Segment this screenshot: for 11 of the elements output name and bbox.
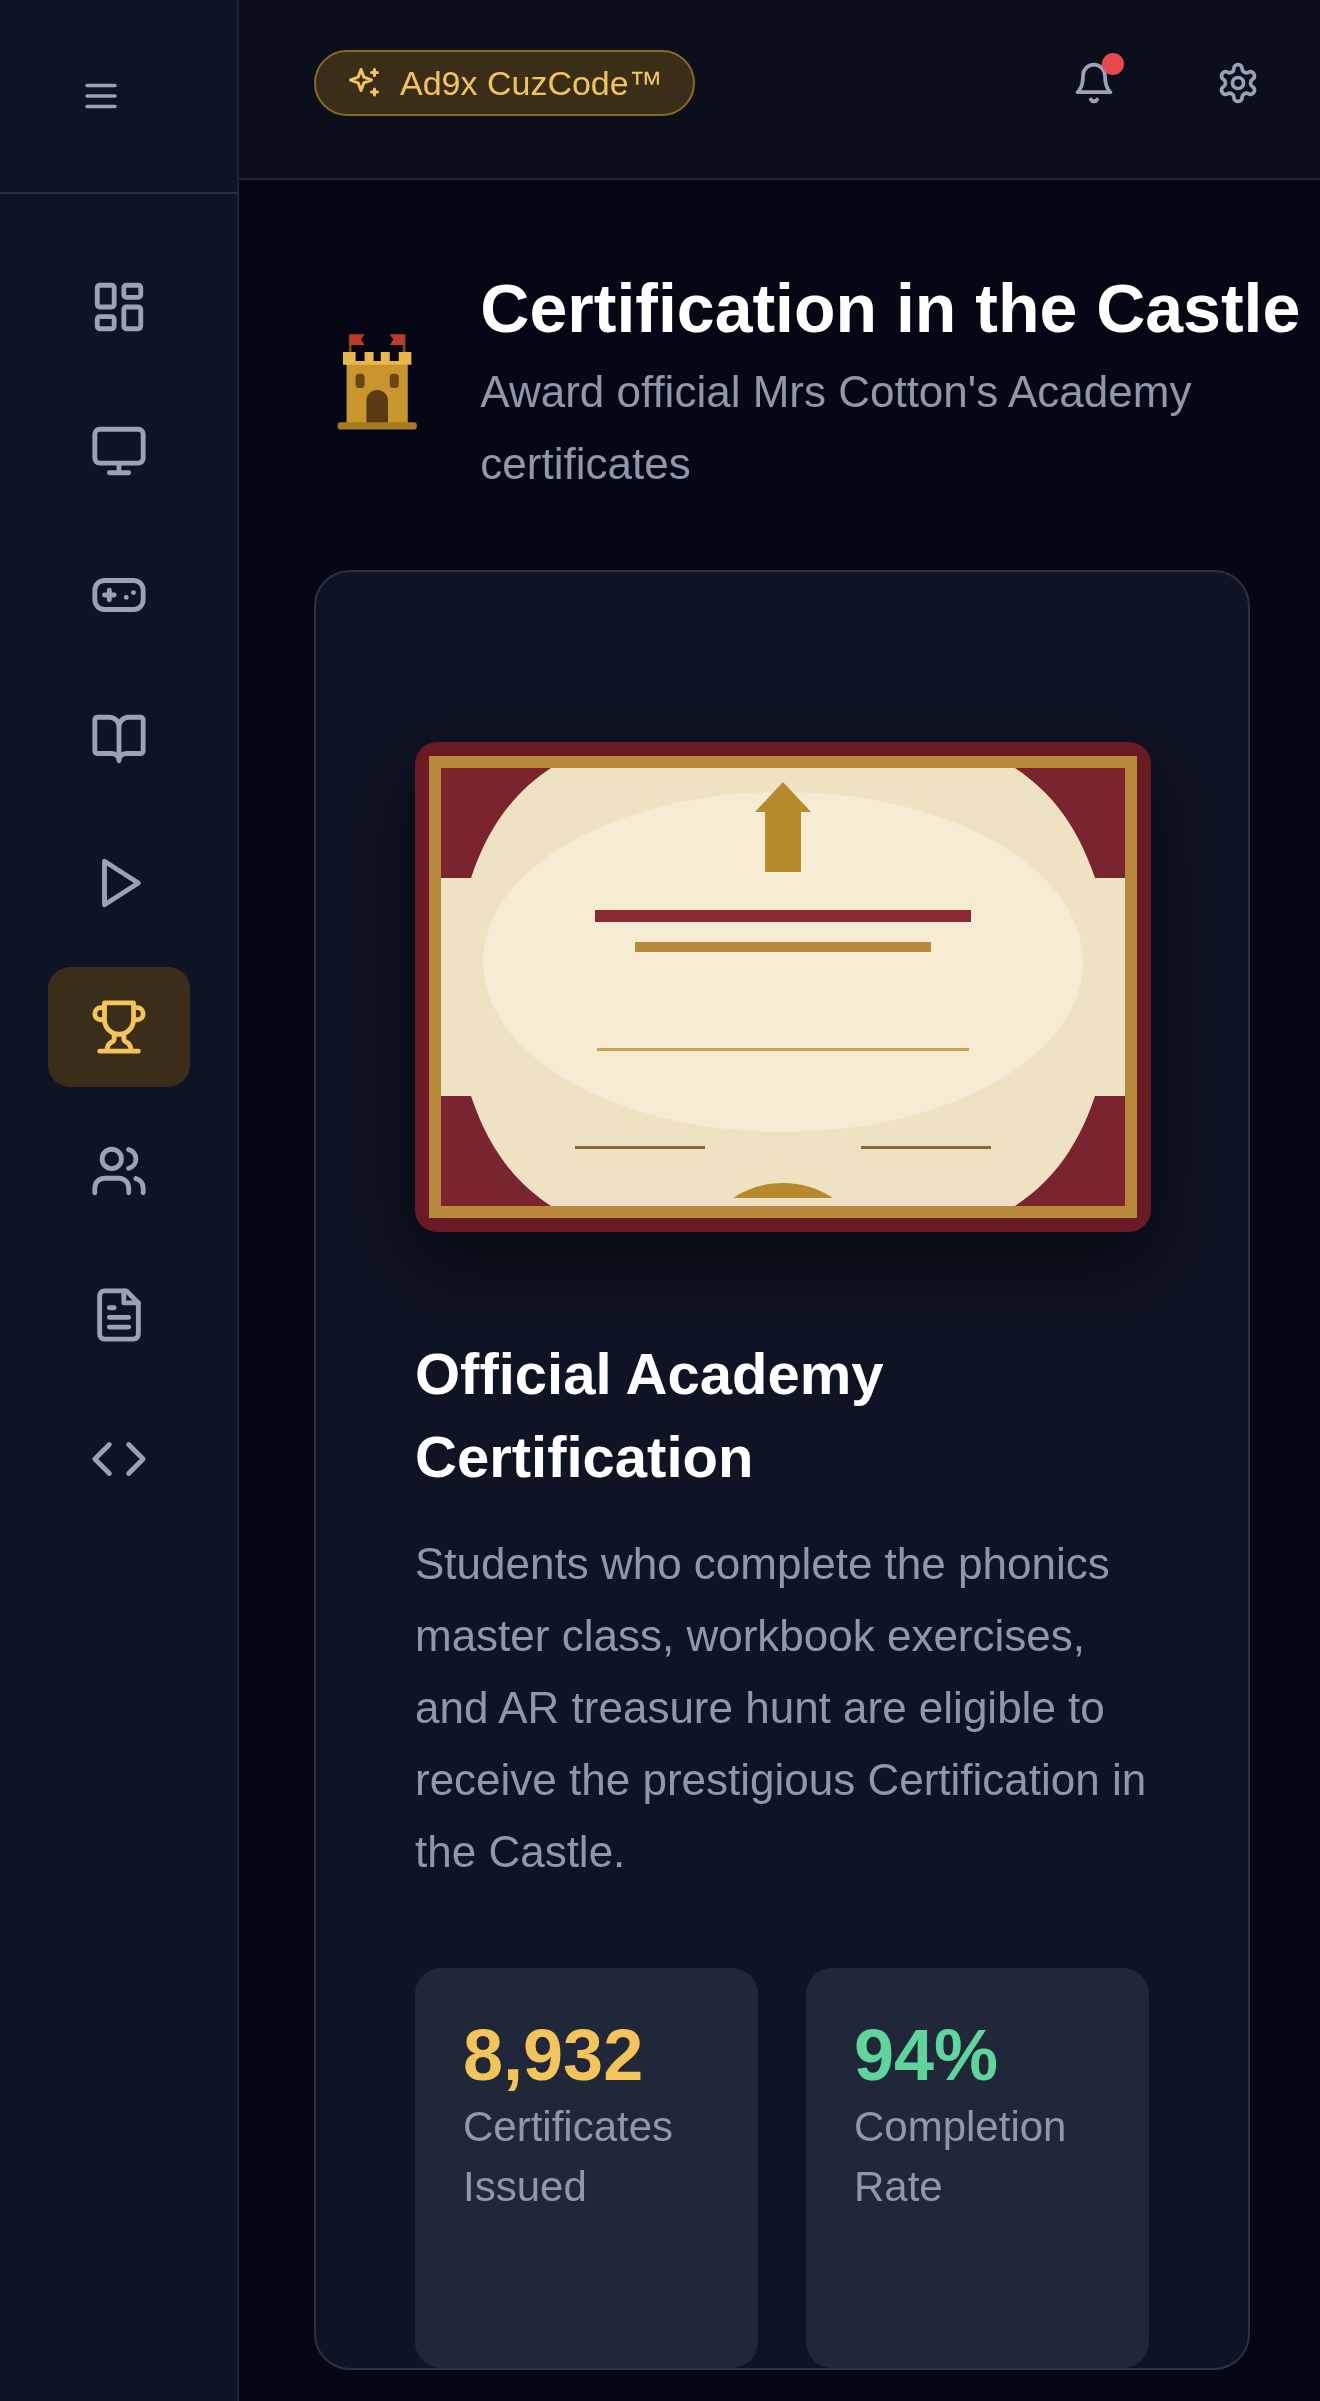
- card-heading: Official Academy Certification: [415, 1340, 885, 1491]
- stat-label: Certificates Issued: [463, 2102, 675, 2212]
- page-subtitle: Award official Mrs Cotton's Academy certificates: [480, 366, 1193, 490]
- card-description: Students who complete the phonics master class, workbook exercises, and AR treasure hunt are eligible to receive the prestigious Certification in the Castle.: [415, 1538, 1148, 1878]
- page-title: Certification in the Castle: [480, 269, 1302, 348]
- stat-value: 94%: [854, 2014, 1000, 2097]
- brand-name: Ad9x CuzCode™: [400, 63, 663, 103]
- trophy-icon: [89, 998, 148, 1056]
- stat-value: 8,932: [463, 2014, 645, 2097]
- sidebar-item[interactable]: [47, 967, 190, 1087]
- stat-label: Completion Rate: [854, 2102, 1068, 2212]
